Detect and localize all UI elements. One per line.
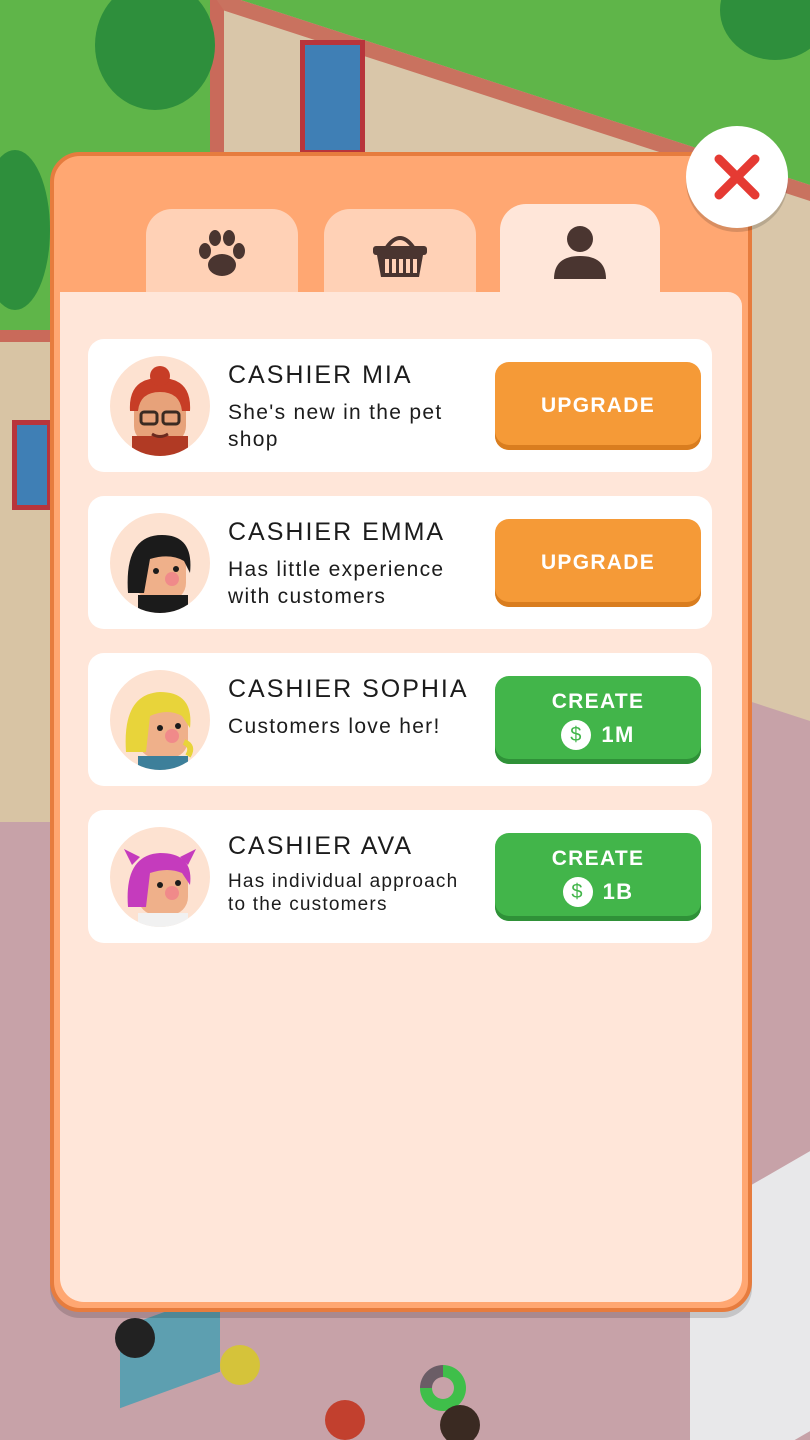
staff-card: CASHIER SOPHIA Customers love her! CREAT… bbox=[88, 653, 712, 786]
price-row: $ 1M bbox=[561, 720, 634, 750]
dollar-coin-icon: $ bbox=[562, 877, 593, 907]
cashier-name: CASHIER EMMA bbox=[228, 518, 446, 546]
person-icon bbox=[554, 225, 606, 279]
staff-card: CASHIER EMMA Has little experience with … bbox=[88, 496, 712, 629]
cashier-name: CASHIER MIA bbox=[228, 361, 413, 389]
tab-pets[interactable] bbox=[146, 209, 298, 299]
upgrade-label: UPGRADE bbox=[540, 551, 656, 574]
price-row: $ 1B bbox=[562, 877, 634, 907]
price-value: 1M bbox=[601, 722, 635, 747]
paw-icon bbox=[199, 230, 245, 276]
create-button[interactable]: CREATE $ 1M bbox=[495, 676, 701, 764]
cashier-description: Has individual approach to the customers bbox=[228, 871, 459, 915]
cashier-avatar bbox=[110, 513, 210, 613]
cashier-description: She's new in the pet shop bbox=[228, 401, 443, 451]
shop-window bbox=[300, 40, 365, 155]
create-label: CREATE bbox=[551, 690, 645, 713]
cashier-name: CASHIER SOPHIA bbox=[228, 675, 469, 703]
customer-character bbox=[440, 1405, 480, 1440]
create-label: CREATE bbox=[551, 847, 645, 870]
shop-window bbox=[12, 420, 52, 510]
basket-icon bbox=[373, 236, 427, 277]
tab-shop[interactable] bbox=[324, 209, 476, 299]
cashier-avatar bbox=[110, 356, 210, 456]
customer-character bbox=[220, 1345, 260, 1385]
staff-card: CASHIER AVA Has individual approach to t… bbox=[88, 810, 712, 943]
upgrade-button[interactable]: UPGRADE bbox=[495, 362, 701, 450]
cashier-name: CASHIER AVA bbox=[228, 832, 414, 860]
close-icon bbox=[714, 154, 760, 200]
customer-character bbox=[115, 1318, 155, 1358]
cashier-description: Has little experience with customers bbox=[228, 558, 445, 608]
create-button[interactable]: CREATE $ 1B bbox=[495, 833, 701, 921]
dollar-coin-icon: $ bbox=[561, 720, 592, 750]
upgrade-button[interactable]: UPGRADE bbox=[495, 519, 701, 607]
cashier-avatar bbox=[110, 670, 210, 770]
cashier-description: Customers love her! bbox=[228, 715, 441, 738]
price-value: 1B bbox=[602, 879, 634, 904]
staff-card: CASHIER MIA She's new in the pet shop UP… bbox=[88, 339, 712, 472]
cashier-avatar bbox=[110, 827, 210, 927]
upgrade-label: UPGRADE bbox=[540, 394, 656, 417]
tab-staff[interactable] bbox=[500, 204, 660, 299]
customer-character bbox=[325, 1400, 365, 1440]
close-button[interactable] bbox=[686, 126, 788, 228]
